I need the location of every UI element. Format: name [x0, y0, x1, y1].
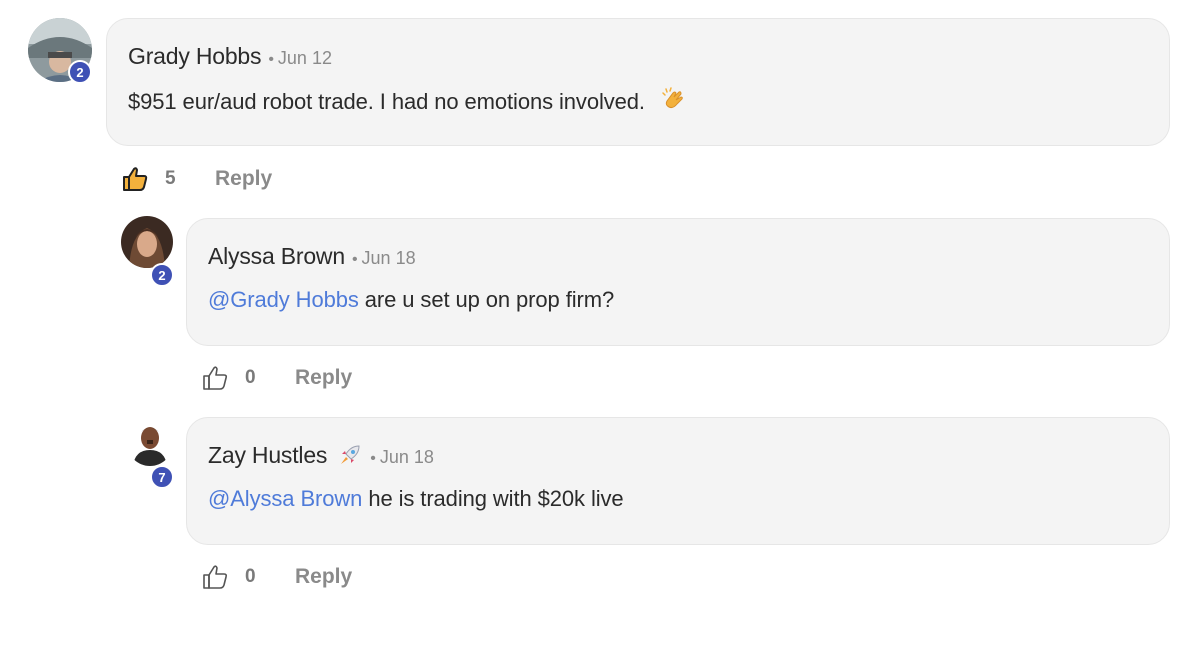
thumbs-up-icon	[123, 167, 148, 191]
avatar[interactable]: 2	[28, 18, 92, 84]
comment-body: $951 eur/aud robot trade. I had no emoti…	[128, 88, 645, 114]
comment-date[interactable]: Jun 12	[278, 48, 332, 69]
like-count: 0	[245, 566, 256, 587]
comment-grady-hobbs: 2 Grady Hobbs • Jun 12 $951 eur/aud robo…	[0, 0, 1200, 200]
avatar-image	[127, 420, 173, 466]
comment-bubble: Alyssa Brown • Jun 18 @Grady Hobbs are u…	[186, 218, 1170, 346]
like-count: 5	[165, 168, 176, 189]
comment-actions: 0 Reply	[201, 363, 352, 393]
user-mention[interactable]: @Alyssa Brown	[208, 486, 362, 511]
comment-date[interactable]: Jun 18	[380, 447, 434, 468]
separator-dot: •	[268, 51, 274, 68]
user-mention[interactable]: @Grady Hobbs	[208, 287, 359, 312]
like-count: 0	[245, 367, 256, 388]
author-name[interactable]: Grady Hobbs	[128, 43, 262, 70]
level-badge: 7	[150, 465, 174, 489]
comment-actions: 0 Reply	[201, 562, 352, 592]
level-badge: 2	[68, 60, 92, 84]
thumbs-up-icon	[203, 366, 228, 390]
avatar[interactable]: 7	[127, 420, 174, 489]
reply-button[interactable]: Reply	[295, 565, 352, 589]
comment-actions: 5 Reply	[121, 164, 272, 194]
thumbs-up-icon	[203, 565, 228, 589]
comment-text: $951 eur/aud robot trade. I had no emoti…	[128, 87, 687, 119]
comment-thread: 2 Grady Hobbs • Jun 12 $951 eur/aud robo…	[0, 0, 1200, 661]
reply-button[interactable]: Reply	[295, 366, 352, 390]
like-button[interactable]	[121, 165, 149, 193]
comment-bubble: Grady Hobbs • Jun 12 $951 eur/aud robot …	[106, 18, 1170, 146]
comment-body: he is trading with $20k live	[362, 486, 624, 511]
author-name[interactable]: Zay Hustles	[208, 442, 327, 469]
comment-alyssa-brown: 2 Alyssa Brown • Jun 18 @Grady Hobbs are…	[0, 200, 1200, 400]
comment-body: are u set up on prop firm?	[358, 287, 615, 312]
comment-zay-hustles: 7 Zay Hustles • Jun 18 @Alyssa Brown he …	[0, 400, 1200, 620]
separator-dot: •	[370, 450, 376, 467]
comment-text: @Grady Hobbs are u set up on prop firm?	[208, 287, 614, 313]
level-badge: 2	[150, 263, 174, 287]
avatar-image	[121, 216, 173, 268]
author-name[interactable]: Alyssa Brown	[208, 243, 345, 270]
rocket-icon	[337, 442, 363, 473]
reply-button[interactable]: Reply	[215, 167, 272, 191]
avatar[interactable]: 2	[121, 216, 174, 287]
like-button[interactable]	[201, 364, 229, 392]
like-button[interactable]	[201, 563, 229, 591]
comment-date[interactable]: Jun 18	[362, 248, 416, 269]
comment-text: @Alyssa Brown he is trading with $20k li…	[208, 486, 624, 512]
clapping-hands-icon	[661, 87, 687, 119]
comment-bubble: Zay Hustles • Jun 18 @Alyssa Brown he is…	[186, 417, 1170, 545]
separator-dot: •	[351, 251, 358, 268]
